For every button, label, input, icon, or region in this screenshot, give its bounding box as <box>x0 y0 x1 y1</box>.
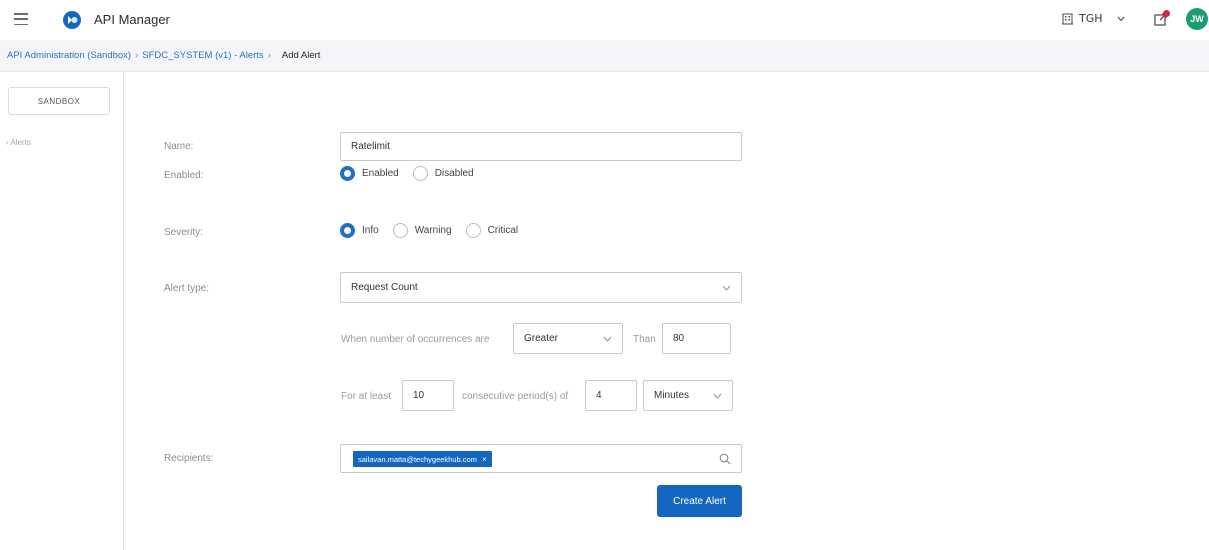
notifications-button[interactable] <box>1152 10 1170 28</box>
disabled-option-label[interactable]: Disabled <box>435 168 474 179</box>
period-length-input[interactable]: 4 <box>585 380 637 411</box>
period-unit-value: Minutes <box>654 390 690 401</box>
user-avatar[interactable]: JW <box>1186 8 1208 30</box>
breadcrumb-separator: › <box>267 50 271 61</box>
breadcrumb-separator: › <box>135 50 139 61</box>
breadcrumb: API Administration (Sandbox) › SFDC_SYST… <box>0 40 1209 72</box>
severity-critical-label[interactable]: Critical <box>488 225 519 236</box>
org-name: TGH <box>1079 12 1103 25</box>
severity-label: Severity: <box>164 227 203 238</box>
name-input[interactable]: Ratelimit <box>340 132 742 161</box>
severity-critical-radio[interactable] <box>465 223 481 238</box>
breadcrumb-api-administration[interactable]: API Administration (Sandbox) <box>7 50 131 61</box>
breadcrumb-api-alerts[interactable]: SFDC_SYSTEM (v1) - Alerts <box>142 50 263 61</box>
than-text: Than <box>633 334 656 345</box>
threshold-input[interactable]: 80 <box>662 323 731 354</box>
remove-chip-icon[interactable]: × <box>482 455 487 464</box>
disabled-radio[interactable] <box>412 166 428 181</box>
period-unit-select[interactable]: Minutes <box>643 380 733 411</box>
create-alert-button[interactable]: Create Alert <box>657 485 742 517</box>
severity-info-label[interactable]: Info <box>362 225 379 236</box>
recipient-chip[interactable]: sailavan.matta@techygeekhub.com × <box>353 451 492 467</box>
period-middle-text: consecutive period(s) of <box>462 391 569 402</box>
enabled-option-label[interactable]: Enabled <box>362 168 399 179</box>
alert-type-label: Alert type: <box>164 283 210 294</box>
period-prefix-text: For at least <box>341 391 392 402</box>
enabled-radio-group: Enabled Disabled <box>340 166 488 181</box>
notification-dot <box>1163 10 1170 17</box>
environment-button[interactable]: SANDBOX <box>8 87 110 115</box>
severity-radio-group: Info Warning Critical <box>340 223 532 238</box>
chevron-down-icon <box>722 285 731 291</box>
operator-value: Greater <box>524 333 558 344</box>
severity-warning-radio[interactable] <box>392 223 408 238</box>
menu-icon[interactable] <box>14 13 28 25</box>
org-switcher[interactable]: TGH <box>1062 12 1125 25</box>
severity-warning-label[interactable]: Warning <box>415 225 452 236</box>
enabled-radio[interactable] <box>340 166 355 181</box>
chevron-down-icon <box>603 336 612 342</box>
period-count-input[interactable]: 10 <box>402 380 454 411</box>
sidebar-item-label: Alerts <box>10 138 31 147</box>
recipients-input[interactable]: sailavan.matta@techygeekhub.com × <box>340 444 742 473</box>
sidebar: SANDBOX ‹ Alerts <box>0 72 124 550</box>
top-header: API Manager TGH JW <box>0 0 1209 40</box>
recipient-email: sailavan.matta@techygeekhub.com <box>358 454 477 464</box>
app-title: API Manager <box>94 12 170 27</box>
name-label: Name: <box>164 141 194 152</box>
alert-type-select[interactable]: Request Count <box>340 272 742 303</box>
building-icon <box>1062 13 1073 24</box>
recipients-label: Recipients: <box>164 453 214 464</box>
chevron-down-icon <box>1117 16 1124 21</box>
api-manager-logo-icon <box>63 11 81 29</box>
search-icon[interactable] <box>719 453 731 465</box>
condition-prefix-text: When number of occurrences are <box>341 334 490 345</box>
severity-info-radio[interactable] <box>340 223 355 238</box>
operator-select[interactable]: Greater <box>513 323 623 354</box>
alert-type-value: Request Count <box>351 282 418 293</box>
enabled-label: Enabled: <box>164 170 204 181</box>
breadcrumb-current: Add Alert <box>281 50 321 61</box>
chevron-down-icon <box>713 393 722 399</box>
sidebar-item-alerts[interactable]: ‹ Alerts <box>6 138 31 147</box>
